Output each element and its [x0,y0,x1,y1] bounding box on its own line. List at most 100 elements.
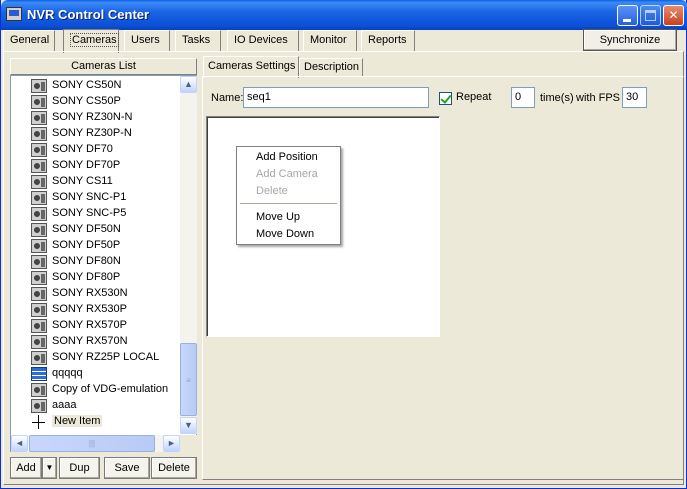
times-label: time(s) [540,92,574,104]
tree-item-label: SONY RX570N [52,335,128,347]
minimize-icon [623,19,631,22]
arrow-right-icon: ► [167,438,176,448]
scroll-corner [180,435,197,452]
tab-monitor[interactable]: Monitor [303,30,357,51]
tab-label: Monitor [310,34,347,46]
horizontal-scrollbar[interactable]: ◄ ||| ► [11,435,180,452]
tab-io-devices[interactable]: IO Devices [227,30,299,51]
repeat-times-input[interactable]: 0 [511,87,535,108]
tree-item-label: SONY RZ30P-N [52,127,132,139]
tree-item-label: SONY DF50N [52,223,121,235]
camera-icon [31,239,47,253]
menu-item-add-position[interactable]: Add Position [237,149,340,166]
tab-label: Reports [368,34,407,46]
tree-item-label: SONY SNC-P1 [52,191,127,203]
arrow-down-icon: ▼ [184,420,193,430]
scroll-right-button[interactable]: ► [163,435,180,452]
tree-item-label: SONY RZ25P LOCAL [52,351,160,363]
menu-item-move-up[interactable]: Move Up [237,209,340,226]
name-label: Name: [211,92,244,104]
plus-icon [31,415,47,429]
dup-button[interactable]: Dup [59,457,100,479]
tab-label: IO Devices [234,34,288,46]
with-fps-label: with FPS [576,92,621,104]
close-button[interactable]: ✕ [663,5,684,26]
camera-icon [31,127,47,141]
scroll-left-button[interactable]: ◄ [11,435,28,452]
cameras-tree[interactable]: SONY CS50N SONY CS50P SONY RZ30N-N SONY RZ3… [10,75,197,452]
tree-item-label: qqqqq [52,367,83,379]
tab-cameras[interactable]: Cameras [63,29,119,53]
add-button[interactable]: Add [10,457,42,479]
tab-general[interactable]: General [3,30,55,51]
save-button[interactable]: Save [104,457,150,479]
minimize-button[interactable] [617,5,638,26]
cameras-tree-items: SONY CS50N SONY CS50P SONY RZ30N-N SONY RZ3… [11,76,180,434]
camera-icon [31,159,47,173]
cameras-list-header: Cameras List [10,58,197,75]
tab-label: Users [131,34,160,46]
name-input[interactable]: seq1 [243,87,429,108]
title-bar[interactable]: NVR Control Center ✕ [1,0,687,30]
camera-icon [31,335,47,349]
camera-icon [31,143,47,157]
camera-icon [31,223,47,237]
camera-icon [31,191,47,205]
tab-label: Tasks [182,34,211,46]
camera-icon [31,175,47,189]
maximize-icon [645,10,656,21]
menu-separator [240,203,337,204]
tab-cameras-settings[interactable]: Cameras Settings [203,56,299,78]
camera-icon [31,351,47,365]
horizontal-scroll-thumb[interactable]: ||| [29,435,155,452]
tree-item-label: SONY RX530N [52,287,128,299]
tab-tasks[interactable]: Tasks [175,30,221,51]
camera-icon [31,95,47,109]
context-menu: Add Position Add Camera Delete Move Up M… [236,146,341,245]
tree-item-label: SONY DF70 [52,143,113,155]
camera-icon [31,255,47,269]
camera-icon [31,287,47,301]
tree-item-label: SONY RX530P [52,303,128,315]
tree-item-label: SONY RZ30N-N [52,111,133,123]
menu-item-move-down[interactable]: Move Down [237,226,340,243]
camera-icon [31,271,47,285]
sequence-icon [31,367,47,381]
scroll-up-button[interactable]: ▲ [180,76,197,93]
maximize-button[interactable] [640,5,661,26]
tab-label: General [10,34,50,46]
tree-item-label: SONY DF50P [52,239,121,251]
app-window: NVR Control Center ✕ General Cameras Use… [0,0,687,489]
scroll-down-button[interactable]: ▼ [180,417,197,434]
tree-item-label: Copy of VDG-emulation [52,383,169,395]
tree-item-label: SONY RX570P [52,319,128,331]
camera-icon [31,111,47,125]
tree-item-label: aaaa [52,399,77,411]
tab-reports[interactable]: Reports [361,30,415,51]
vertical-scrollbar[interactable]: ▲ ≡ ▼ [180,76,197,434]
camera-icon [31,207,47,221]
camera-icon [31,79,47,93]
delete-button[interactable]: Delete [151,457,197,479]
chevron-down-icon: ▼ [45,463,54,472]
vertical-scroll-thumb[interactable]: ≡ [180,343,197,416]
window-title: NVR Control Center [27,7,150,22]
synchronize-button[interactable]: Synchronize [583,29,677,51]
tree-item-label: SONY DF80N [52,255,121,267]
add-dropdown-button[interactable]: ▼ [42,457,57,479]
camera-icon [31,319,47,333]
menu-item-add-camera[interactable]: Add Camera [237,166,340,183]
tab-description[interactable]: Description [299,58,363,77]
repeat-checkbox[interactable] [439,92,452,105]
tree-item-label: SONY DF80P [52,271,121,283]
tab-users[interactable]: Users [124,30,170,51]
fps-input[interactable]: 30 [622,87,647,108]
app-computer-icon [6,7,22,21]
tab-label: Cameras [70,33,119,47]
tree-item-label: SONY SNC-P5 [52,207,127,219]
tree-item-label: SONY CS50N [52,79,122,91]
tree-item-label: New Item [52,415,103,427]
repeat-label: Repeat [456,91,492,103]
tree-item-label: SONY DF70P [52,159,121,171]
menu-item-delete[interactable]: Delete [237,183,340,200]
